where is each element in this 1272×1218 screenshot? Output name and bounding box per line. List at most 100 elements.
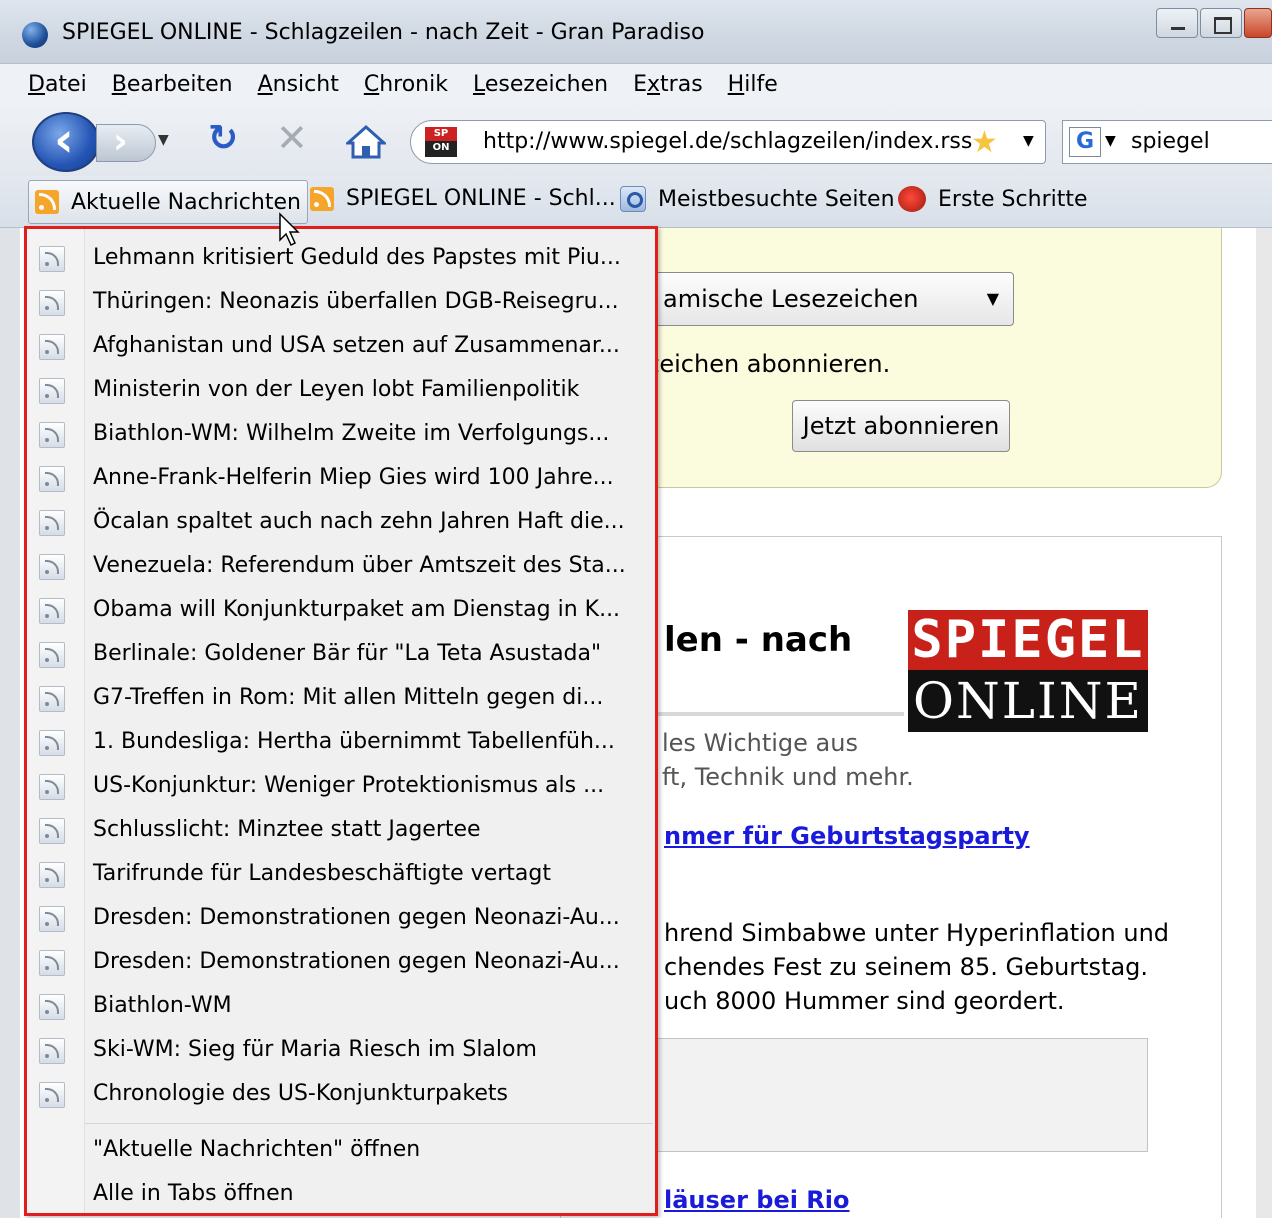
feed-item[interactable]: G7-Treffen in Rom: Mit allen Mitteln geg… [27,677,655,721]
menu-item[interactable]: Ansicht [258,72,339,97]
menu-bar: Datei Bearbeiten Ansicht Chronik Lesezeichen… [0,64,1272,104]
feed-item[interactable]: Ski-WM: Sieg für Maria Riesch im Slalom [27,1029,655,1073]
back-button[interactable] [32,112,100,172]
menu-item[interactable]: Datei [28,72,87,97]
feed-item[interactable]: Tarifrunde für Landesbeschäftigte vertag… [27,853,655,897]
browser-globe-icon [22,22,48,48]
url-dropdown-icon[interactable]: ▼ [1023,133,1034,149]
feed-item[interactable]: Berlinale: Goldener Bär für "La Teta Asu… [27,633,655,677]
feed-item-icon [39,950,65,976]
menu-item[interactable]: Extras [633,72,703,97]
site-favicon: SP ON [425,127,457,157]
feed-item-label: Berlinale: Goldener Bär für "La Teta Asu… [93,641,602,666]
feed-reader-select[interactable]: amische Lesezeichen ▼ [604,272,1014,326]
feed-item-icon [39,730,65,756]
select-value: amische Lesezeichen [663,285,919,313]
reload-icon[interactable]: ↻ [208,118,238,159]
feed-item-icon [39,774,65,800]
bookmark-spiegel-online[interactable]: SPIEGEL ONLINE - Schl... [310,186,616,211]
feed-item[interactable]: 1. Bundesliga: Hertha übernimmt Tabellen… [27,721,655,765]
feed-item-label: Biathlon-WM: Wilhelm Zweite im Verfolgun… [93,421,610,446]
window-controls [1154,8,1272,38]
search-engine-icon[interactable]: G [1069,127,1101,157]
feed-item[interactable]: Schlusslicht: Minztee statt Jagertee [27,809,655,853]
feed-item-icon [39,642,65,668]
feed-title: len - nach [664,620,853,660]
close-button[interactable] [1244,8,1272,38]
feed-item[interactable]: Anne-Frank-Helferin Miep Gies wird 100 J… [27,457,655,501]
mouse-cursor-icon [279,212,300,247]
menu-item[interactable]: Lesezeichen [473,72,608,97]
url-text[interactable]: http://www.spiegel.de/schlagzeilen/index… [483,129,972,154]
open-all-in-tabs-action[interactable]: Alle in Tabs öffnen [27,1173,655,1217]
action-label: Alle in Tabs öffnen [93,1181,294,1206]
menu-item[interactable]: Chronik [364,72,448,97]
feed-item-label: US-Konjunktur: Weniger Protektionismus a… [93,773,605,798]
search-bar[interactable]: G ▼ [1062,120,1272,164]
rss-icon [310,186,334,211]
feed-item[interactable]: US-Konjunktur: Weniger Protektionismus a… [27,765,655,809]
feed-item[interactable]: Afghanistan und USA setzen auf Zusammena… [27,325,655,369]
feed-item-icon [39,994,65,1020]
home-icon[interactable] [346,124,386,160]
menu-item[interactable]: Bearbeiten [112,72,233,97]
bookmark-label: Erste Schritte [938,186,1088,212]
bookmark-star-icon[interactable]: ★ [971,125,998,160]
feed-item-icon [39,1038,65,1064]
maximize-button[interactable] [1200,8,1242,38]
feed-item-icon [39,554,65,580]
feed-item[interactable]: Obama will Konjunkturpaket am Dienstag i… [27,589,655,633]
feed-item[interactable]: Chronologie des US-Konjunkturpakets [27,1073,655,1117]
feed-item-icon [39,598,65,624]
feed-item[interactable]: Thüringen: Neonazis überfallen DGB-Reise… [27,281,655,325]
article-link[interactable]: nmer für Geburtstagsparty [664,822,1030,850]
feed-description: les Wichtige aus ft, Technik und mehr. [662,729,914,791]
search-engine-dropdown-icon[interactable]: ▼ [1105,133,1116,149]
feed-item-label: Dresden: Demonstrationen gegen Neonazi-A… [93,905,620,930]
feed-item-icon [39,334,65,360]
feed-item-label: G7-Treffen in Rom: Mit allen Mitteln geg… [93,685,604,710]
feed-item-label: Schlusslicht: Minztee statt Jagertee [93,817,481,842]
feed-item-icon [39,246,65,272]
article-link[interactable]: läuser bei Rio [664,1186,850,1214]
feed-item[interactable]: Dresden: Demonstrationen gegen Neonazi-A… [27,897,655,941]
feed-item-label: Biathlon-WM [93,993,232,1018]
history-dropdown-icon[interactable]: ▼ [158,132,169,148]
feed-item-label: 1. Bundesliga: Hertha übernimmt Tabellen… [93,729,615,754]
feed-item[interactable]: Biathlon-WM: Wilhelm Zweite im Verfolgun… [27,413,655,457]
image-placeholder [610,1038,1148,1152]
feed-item[interactable]: Biathlon-WM [27,985,655,1029]
feed-item-icon [39,290,65,316]
feed-item[interactable]: Öcalan spaltet auch nach zehn Jahren Haf… [27,501,655,545]
subscribe-text: ezeichen abonnieren. [632,350,891,378]
spiegel-online-logo: SPIEGEL ONLINE [908,610,1148,732]
title-bar: SPIEGEL ONLINE - Schlagzeilen - nach Zei… [0,0,1272,64]
feed-item[interactable]: Ministerin von der Leyen lobt Familienpo… [27,369,655,413]
feed-item-label: Anne-Frank-Helferin Miep Gies wird 100 J… [93,465,614,490]
open-feed-action[interactable]: "Aktuelle Nachrichten" öffnen [27,1129,655,1173]
feed-item[interactable]: Venezuela: Referendum über Amtszeit des … [27,545,655,589]
sidebar-gutter [0,228,20,1218]
url-bar[interactable]: SP ON http://www.spiegel.de/schlagzeilen/… [410,120,1046,164]
feed-item-label: Thüringen: Neonazis überfallen DGB-Reise… [93,289,619,314]
feed-item-icon [39,686,65,712]
stop-icon[interactable]: ✕ [276,116,308,160]
bookmark-label: Meistbesuchte Seiten [658,186,895,212]
feed-item[interactable]: Dresden: Demonstrationen gegen Neonazi-A… [27,941,655,985]
feed-item-label: Chronologie des US-Konjunkturpakets [93,1081,508,1106]
menu-item[interactable]: Hilfe [728,72,778,97]
forward-button[interactable] [96,121,156,162]
bookmark-meistbesuchte-seiten[interactable]: Meistbesuchte Seiten [620,186,895,212]
scrollbar[interactable] [1256,228,1272,1218]
minimize-button[interactable] [1156,8,1198,38]
bookmark-aktuelle-nachrichten[interactable]: Aktuelle Nachrichten [28,180,308,224]
live-bookmark-dropdown: Lehmann kritisiert Geduld des Papstes mi… [24,226,658,1216]
feed-item-label: Ski-WM: Sieg für Maria Riesch im Slalom [93,1037,537,1062]
feed-item-icon [39,1082,65,1108]
feed-item-label: Ministerin von der Leyen lobt Familienpo… [93,377,580,402]
feed-item[interactable]: Lehmann kritisiert Geduld des Papstes mi… [27,237,655,281]
feed-item-label: Öcalan spaltet auch nach zehn Jahren Haf… [93,509,625,534]
subscribe-button[interactable]: Jetzt abonnieren [792,400,1010,452]
bookmark-erste-schritte[interactable]: Erste Schritte [898,186,1088,212]
search-input[interactable] [1131,129,1272,154]
